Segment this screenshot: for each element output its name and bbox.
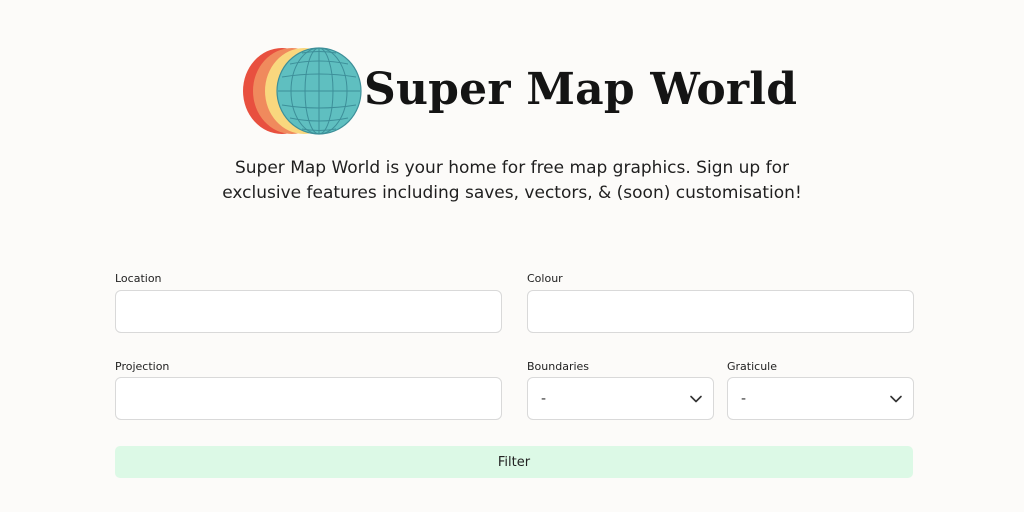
location-label: Location (115, 272, 162, 285)
filter-button[interactable]: Filter (115, 446, 913, 478)
colour-input[interactable] (527, 290, 914, 333)
colour-label: Colour (527, 272, 563, 285)
page: Super Map World Super Map World is your … (0, 0, 1024, 512)
graticule-select[interactable]: - (727, 377, 914, 420)
chevron-down-icon (690, 395, 702, 403)
site-tagline: Super Map World is your home for free ma… (222, 158, 802, 203)
graticule-selected-value: - (741, 391, 747, 407)
site-logo[interactable]: Super Map World (242, 44, 802, 138)
graticule-label: Graticule (727, 360, 777, 373)
boundaries-label: Boundaries (527, 360, 590, 373)
projection-label: Projection (115, 360, 170, 373)
globe-logo-icon (243, 47, 362, 135)
chevron-down-icon (890, 395, 902, 403)
boundaries-select[interactable]: - (527, 377, 714, 420)
boundaries-selected-value: - (541, 391, 547, 407)
site-title: Super Map World (364, 64, 798, 115)
projection-input[interactable] (115, 377, 502, 420)
location-input[interactable] (115, 290, 502, 333)
